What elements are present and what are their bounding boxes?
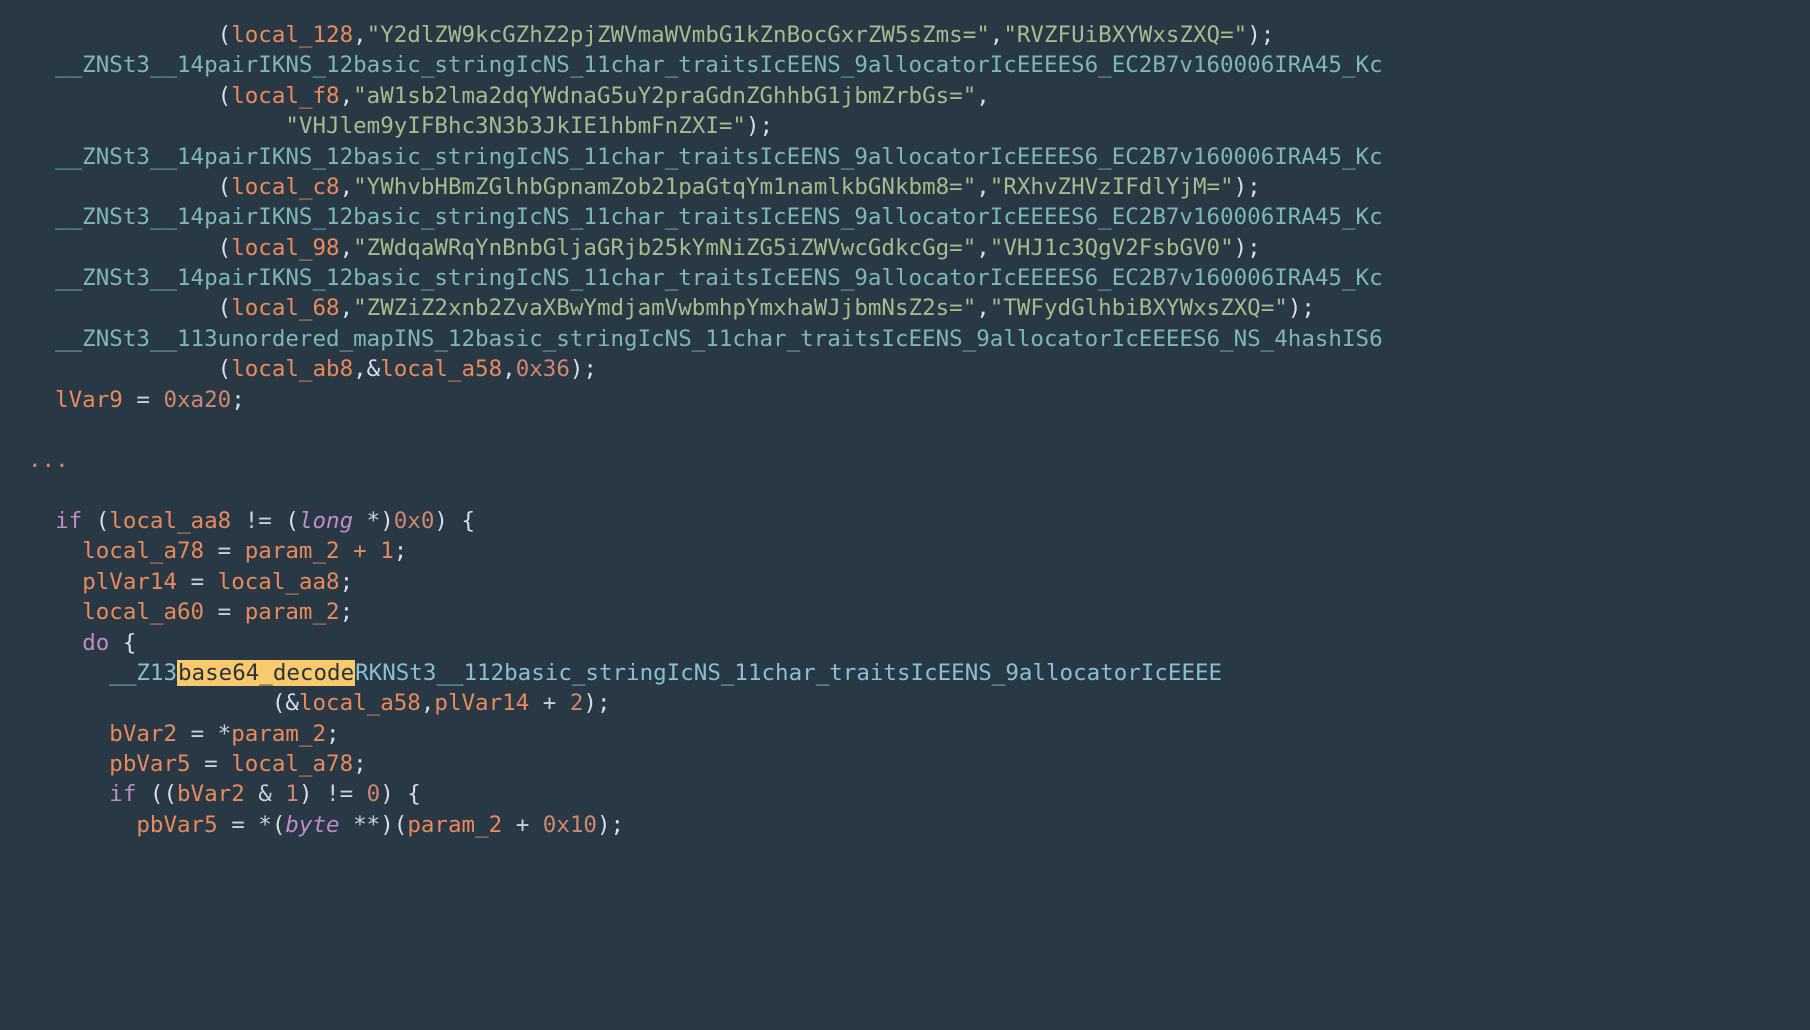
mangled-fn: __ZNSt3__14pairIKNS_12basic_stringIcNS_1… — [55, 265, 1383, 291]
mangled-fn-suffix: RKNSt3__112basic_stringIcNS_11char_trait… — [355, 660, 1222, 686]
keyword-if: if — [55, 508, 82, 534]
number-literal: 0xa20 — [163, 387, 231, 413]
assign-rhs: local_aa8 — [218, 569, 340, 595]
mangled-fn: __ZNSt3__113unordered_mapINS_12basic_str… — [55, 326, 1383, 352]
code-line: (local_98,"ZWdqaWRqYnBnbGljaGRjb25kYmNiZ… — [28, 235, 1261, 261]
cond-var: bVar2 — [177, 781, 245, 807]
string-literal: "Y2dlZW9kcGZhZ2pjZWVmaWVmbG1kZnBocGxrZW5… — [367, 22, 990, 48]
code-line: __ZNSt3__113unordered_mapINS_12basic_str… — [28, 326, 1383, 352]
number-literal: 0x10 — [543, 812, 597, 838]
assign-lhs: bVar2 — [109, 721, 177, 747]
string-literal: "ZWdqaWRqYnBnbGljaGRjb25kYmNiZG5iZWVwcGd… — [353, 235, 976, 261]
mangled-fn: __ZNSt3__14pairIKNS_12basic_stringIcNS_1… — [55, 52, 1383, 78]
cond-var: local_aa8 — [109, 508, 231, 534]
code-line: do { — [28, 630, 136, 656]
number-literal: 0x36 — [516, 356, 570, 382]
keyword-if: if — [109, 781, 136, 807]
number-literal: 0 — [367, 781, 381, 807]
assign-rhs: param_2 — [231, 721, 326, 747]
string-literal: "RXhvZHVzIFdlYjM=" — [990, 174, 1234, 200]
arg-var: local_a58 — [299, 690, 421, 716]
assign-lhs: local_a78 — [82, 538, 204, 564]
code-line: pbVar5 = local_a78; — [28, 751, 367, 777]
code-line: __ZNSt3__14pairIKNS_12basic_stringIcNS_1… — [28, 144, 1383, 170]
expr-var: param_2 — [407, 812, 502, 838]
assign-lhs: local_a60 — [82, 599, 204, 625]
arg-var: local_68 — [231, 295, 339, 321]
mangled-fn: __ZNSt3__14pairIKNS_12basic_stringIcNS_1… — [55, 204, 1383, 230]
code-line: local_a60 = param_2; — [28, 599, 353, 625]
assign-lhs: lVar9 — [55, 387, 123, 413]
code-line: if ((bVar2 & 1) != 0) { — [28, 781, 421, 807]
arg-var: local_98 — [231, 235, 339, 261]
code-line: "VHJlem9yIFBhc3N3b3JkIE1hbmFnZXI="); — [28, 113, 773, 139]
highlight-base64-decode: base64_decode — [177, 660, 355, 686]
code-line: (local_f8,"aW1sb2lma2dqYWdnaG5uY2praGdnZ… — [28, 83, 990, 109]
string-literal: "RVZFUiBXYWxsZXQ=" — [1003, 22, 1247, 48]
code-line: lVar9 = 0xa20; — [28, 387, 245, 413]
arg-var: local_f8 — [231, 83, 339, 109]
assign-lhs: pbVar5 — [136, 812, 217, 838]
assign-rhs: param_2 — [245, 599, 340, 625]
mangled-fn: __ZNSt3__14pairIKNS_12basic_stringIcNS_1… — [55, 144, 1383, 170]
code-line: __ZNSt3__14pairIKNS_12basic_stringIcNS_1… — [28, 265, 1383, 291]
code-line: (local_68,"ZWZiZ2xnb2ZvaXBwYmdjamVwbmhpY… — [28, 295, 1315, 321]
number-literal: 0x0 — [394, 508, 435, 534]
arg-var: local_128 — [231, 22, 353, 48]
arg-var: local_c8 — [231, 174, 339, 200]
code-line: (local_ab8,&local_a58,0x36); — [28, 356, 597, 382]
code-line: (local_c8,"YWhvbHBmZGlhbGpnamZob21paGtqY… — [28, 174, 1261, 200]
code-line: pbVar5 = *(byte **)(param_2 + 0x10); — [28, 812, 624, 838]
decompiled-code-block: (local_128,"Y2dlZW9kcGZhZ2pjZWVmaWVmbG1k… — [0, 0, 1810, 860]
string-literal: "aW1sb2lma2dqYWdnaG5uY2praGdnZGhhbG1jbmZ… — [353, 83, 976, 109]
string-literal: "YWhvbHBmZGlhbGpnamZob21paGtqYm1namlkbGN… — [353, 174, 976, 200]
string-literal: "VHJ1c3QgV2FsbGV0" — [990, 235, 1234, 261]
code-line: (&local_a58,plVar14 + 2); — [28, 690, 611, 716]
mangled-fn-prefix: __Z13 — [109, 660, 177, 686]
arg-var: local_ab8 — [231, 356, 353, 382]
assign-lhs: plVar14 — [82, 569, 177, 595]
ellipsis: ... — [28, 447, 69, 473]
code-line: local_a78 = param_2 + 1; — [28, 538, 407, 564]
code-line: __ZNSt3__14pairIKNS_12basic_stringIcNS_1… — [28, 204, 1383, 230]
number-literal: 1 — [285, 781, 299, 807]
code-line: __ZNSt3__14pairIKNS_12basic_stringIcNS_1… — [28, 52, 1383, 78]
string-literal: "TWFydGlhbiBXYWxsZXQ=" — [990, 295, 1288, 321]
arg-var: plVar14 — [434, 690, 529, 716]
assign-rhs: param_2 + 1 — [245, 538, 394, 564]
cast-type: byte — [285, 812, 339, 838]
code-line: __Z13base64_decodeRKNSt3__112basic_strin… — [28, 660, 1222, 686]
keyword-do: do — [82, 630, 109, 656]
string-literal: "VHJlem9yIFBhc3N3b3JkIE1hbmFnZXI=" — [285, 113, 746, 139]
assign-lhs: pbVar5 — [109, 751, 190, 777]
code-line: (local_128,"Y2dlZW9kcGZhZ2pjZWVmaWVmbG1k… — [28, 22, 1274, 48]
code-line: if (local_aa8 != (long *)0x0) { — [28, 508, 475, 534]
assign-rhs: local_a78 — [231, 751, 353, 777]
code-line: plVar14 = local_aa8; — [28, 569, 353, 595]
arg-var: local_a58 — [380, 356, 502, 382]
cond-type: long — [299, 508, 353, 534]
number-literal: 2 — [570, 690, 584, 716]
code-line: bVar2 = *param_2; — [28, 721, 340, 747]
string-literal: "ZWZiZ2xnb2ZvaXBwYmdjamVwbmhpYmxhaWJjbmN… — [353, 295, 976, 321]
